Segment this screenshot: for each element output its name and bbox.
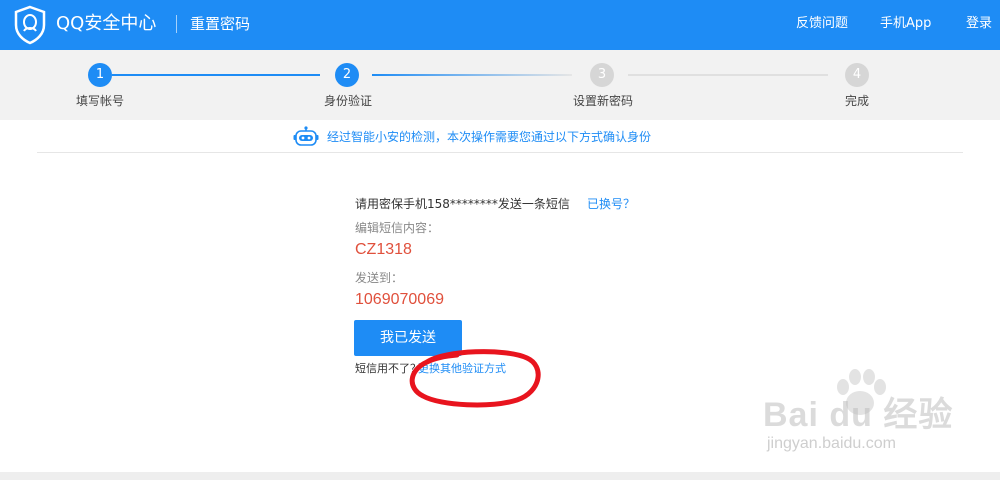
step-2-label: 身份验证 [323,94,372,108]
step-2-circle: 2 [335,63,359,87]
step-3-label: 设置新密码 [572,94,633,108]
sms-instruction: 请用密保手机158********发送一条短信 [355,197,570,211]
watermark-logo: Bai du 经验 [763,396,954,434]
red-highlight-annotation [409,349,541,408]
watermark-url: jingyan.baidu.com [767,435,896,452]
step-4-circle: 4 [845,63,869,87]
robot-icon [293,126,319,146]
security-notice: 经过智能小安的检测，本次操作需要您通过以下方式确认身份 [0,124,1000,150]
step-3-circle: 3 [590,63,614,87]
notice-text: 经过智能小安的检测，本次操作需要您通过以下方式确认身份 [327,130,652,144]
brand-divider [176,15,177,33]
baidu-jingyan-watermark: Bai du 经验 jingyan.baidu.com [755,365,970,460]
send-to-value: 1069070069 [355,291,444,308]
brand-title[interactable]: QQ安全中心 [56,12,156,36]
changed-number-link[interactable]: 已换号？ [587,196,635,212]
step-4-label: 完成 [844,94,869,108]
sms-content-label: 编辑短信内容： [355,221,440,235]
send-to-label: 发送到： [355,271,404,285]
page-title: 重置密码 [190,15,251,33]
nav-login-link[interactable]: 登录 [966,15,992,33]
sms-content-value: CZ1318 [355,241,412,258]
qq-shield-icon[interactable] [13,5,47,45]
page: QQ安全中心 重置密码 反馈问题 手机App 登录 1 2 3 4 填写帐号 身… [0,0,1000,480]
step-connector-1 [112,74,320,76]
step-connector-2 [372,74,572,76]
nav-mobile-app-link[interactable]: 手机App [880,15,931,33]
footer-strip [0,472,1000,480]
top-header: QQ安全中心 重置密码 反馈问题 手机App 登录 [0,0,1000,50]
step-1-circle: 1 [88,63,112,87]
step-connector-3 [628,74,828,76]
divider [37,152,963,153]
nav-feedback-link[interactable]: 反馈问题 [796,15,848,33]
step-1-label: 填写帐号 [75,94,124,108]
